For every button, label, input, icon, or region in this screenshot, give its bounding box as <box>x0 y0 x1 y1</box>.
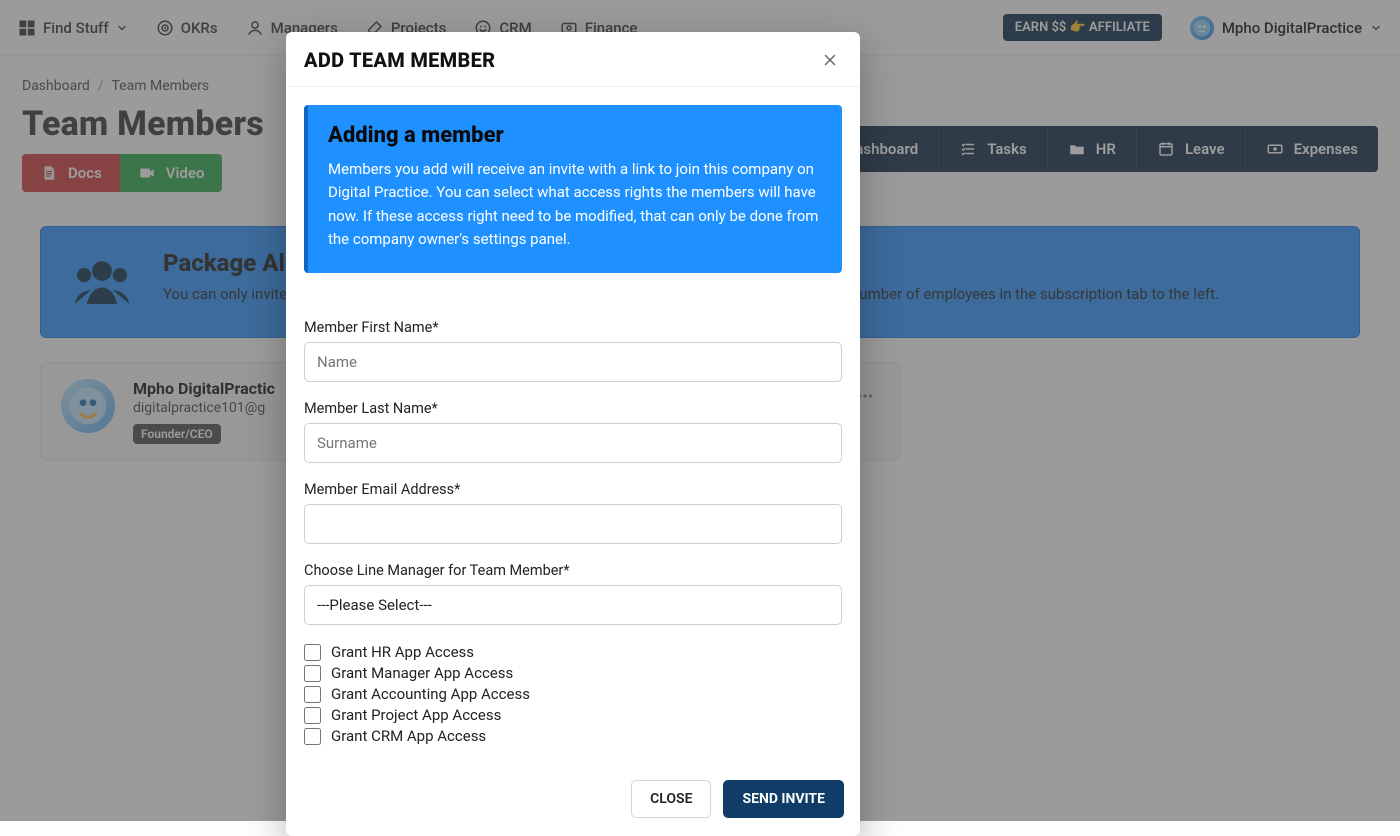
modal-close-button[interactable] <box>818 48 842 72</box>
first-name-input[interactable] <box>304 342 842 382</box>
last-name-input[interactable] <box>304 423 842 463</box>
check-project[interactable]: Grant Project App Access <box>304 706 842 724</box>
check-accounting-box[interactable] <box>304 686 321 703</box>
check-project-label: Grant Project App Access <box>331 706 501 724</box>
send-invite-button[interactable]: SEND INVITE <box>723 780 844 818</box>
check-hr-label: Grant HR App Access <box>331 643 474 661</box>
line-manager-select[interactable]: ---Please Select--- <box>304 585 842 625</box>
check-manager-box[interactable] <box>304 665 321 682</box>
check-project-box[interactable] <box>304 707 321 724</box>
check-crm[interactable]: Grant CRM App Access <box>304 727 842 745</box>
modal-info-text: Members you add will receive an invite w… <box>328 158 822 251</box>
add-team-member-modal: ADD TEAM MEMBER Adding a member Members … <box>286 32 860 836</box>
check-crm-label: Grant CRM App Access <box>331 727 486 745</box>
label-line-manager: Choose Line Manager for Team Member* <box>304 562 842 579</box>
email-input[interactable] <box>304 504 842 544</box>
label-email: Member Email Address* <box>304 481 842 498</box>
label-first-name: Member First Name* <box>304 319 842 336</box>
check-hr-box[interactable] <box>304 644 321 661</box>
check-crm-box[interactable] <box>304 728 321 745</box>
modal-title: ADD TEAM MEMBER <box>304 48 495 72</box>
check-accounting-label: Grant Accounting App Access <box>331 685 530 703</box>
label-last-name: Member Last Name* <box>304 400 842 417</box>
check-manager[interactable]: Grant Manager App Access <box>304 664 842 682</box>
access-checks: Grant HR App Access Grant Manager App Ac… <box>304 643 842 745</box>
modal-close-footer-button[interactable]: CLOSE <box>631 780 711 818</box>
modal-info-card: Adding a member Members you add will rec… <box>304 105 842 273</box>
check-accounting[interactable]: Grant Accounting App Access <box>304 685 842 703</box>
check-manager-label: Grant Manager App Access <box>331 664 513 682</box>
modal-info-title: Adding a member <box>328 123 822 148</box>
check-hr[interactable]: Grant HR App Access <box>304 643 842 661</box>
